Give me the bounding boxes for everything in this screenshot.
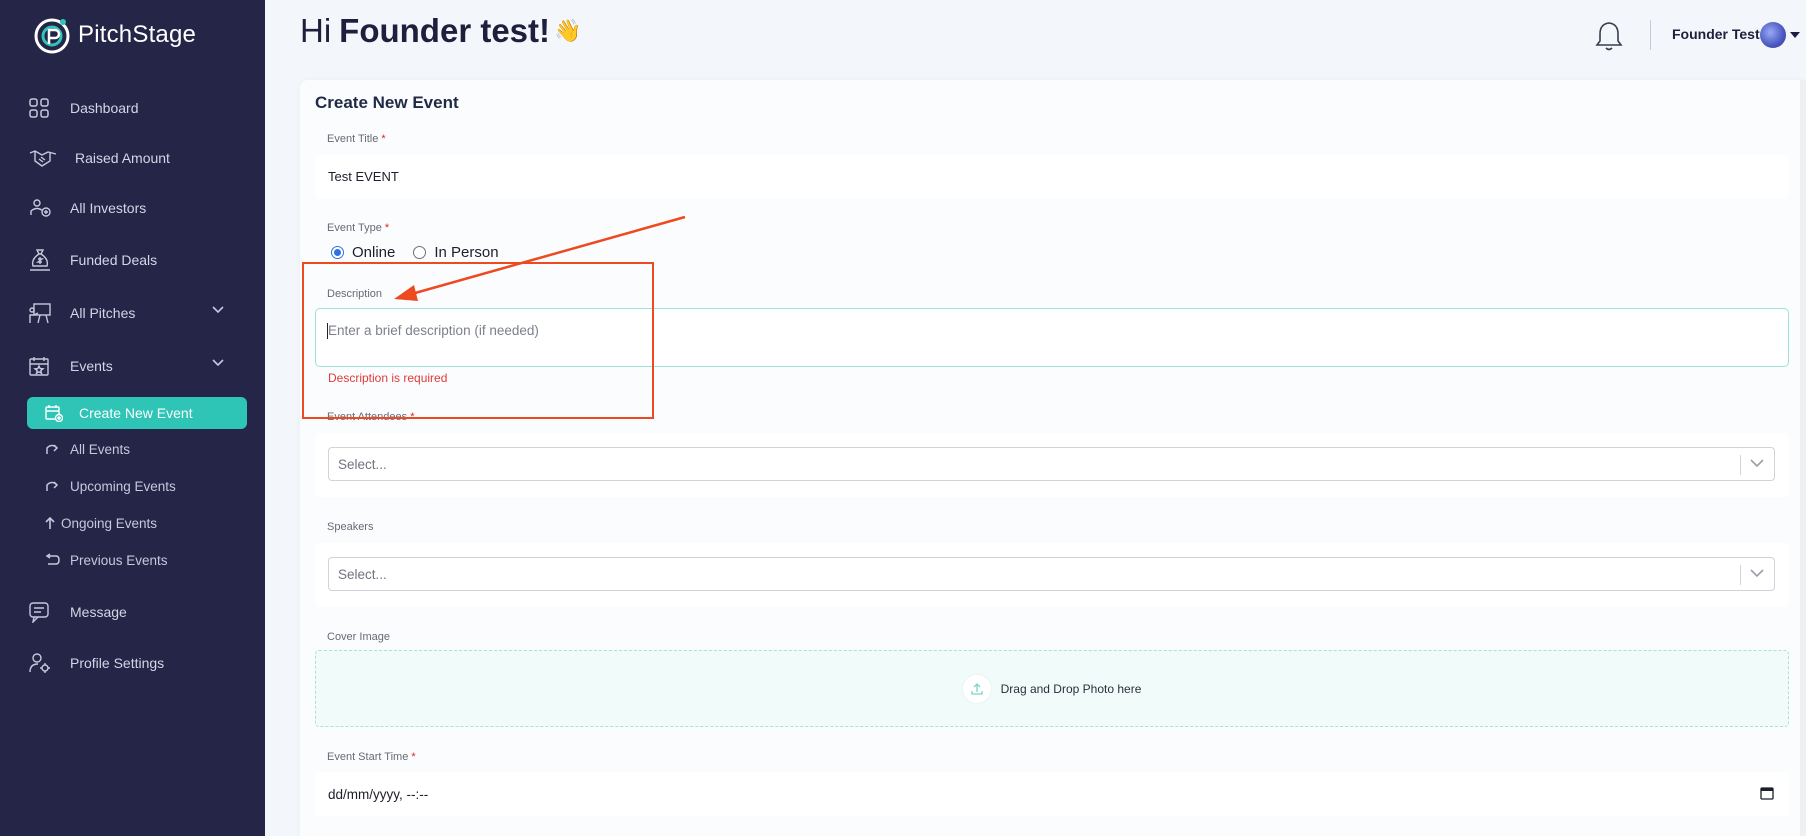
event-type-radio-group: Online In Person bbox=[331, 244, 499, 261]
sidebar-item-label: Funded Deals bbox=[70, 252, 158, 268]
chevron-down-icon[interactable] bbox=[212, 359, 224, 367]
chevron-down-icon[interactable] bbox=[212, 306, 224, 314]
redo-arrow-icon bbox=[44, 442, 70, 456]
sidebar-item-label: Events bbox=[70, 358, 113, 374]
label-text: Event Start Time bbox=[327, 751, 409, 763]
radio-in-person[interactable] bbox=[413, 246, 427, 259]
notification-bell-icon[interactable] bbox=[1594, 20, 1624, 52]
sidebar-item-raised-amount[interactable]: Raised Amount bbox=[28, 140, 242, 176]
pitchstage-logo-icon bbox=[34, 18, 70, 54]
radio-online[interactable] bbox=[331, 246, 344, 259]
message-icon bbox=[28, 599, 60, 625]
sidebar-subitem-label: Upcoming Events bbox=[70, 478, 176, 494]
sidebar-subitem-all-events[interactable]: All Events bbox=[44, 436, 130, 462]
money-bag-icon bbox=[28, 247, 60, 273]
cover-image-dropzone[interactable]: Drag and Drop Photo here bbox=[315, 650, 1789, 727]
sidebar-item-label: Dashboard bbox=[70, 100, 139, 116]
page-greeting: Hi Founder test! 👋 bbox=[300, 12, 581, 50]
start-time-field[interactable] bbox=[315, 772, 1789, 816]
header-divider bbox=[1650, 20, 1651, 50]
dashboard-icon bbox=[28, 95, 60, 121]
sidebar-subitem-create-new-event[interactable]: Create New Event bbox=[27, 397, 247, 429]
avatar[interactable] bbox=[1760, 22, 1786, 48]
brand-name: PitchStage bbox=[78, 21, 197, 48]
presentation-icon bbox=[28, 300, 60, 326]
calendar-picker-icon[interactable] bbox=[1760, 786, 1774, 800]
chevron-down-icon[interactable] bbox=[1750, 569, 1764, 578]
event-title-field[interactable] bbox=[315, 155, 1789, 199]
sidebar-item-label: All Pitches bbox=[70, 305, 136, 321]
sidebar-subitem-label: Create New Event bbox=[79, 405, 193, 421]
event-title-label: Event Title * bbox=[327, 133, 386, 145]
sidebar-subitem-label: All Events bbox=[70, 441, 131, 457]
required-mark: * bbox=[381, 133, 386, 145]
speakers-label: Speakers bbox=[327, 521, 374, 533]
redo-arrow-icon bbox=[44, 479, 70, 493]
radio-online-label[interactable]: Online bbox=[352, 244, 395, 261]
label-text: Event Attendees bbox=[327, 411, 408, 423]
page-title: Create New Event bbox=[315, 93, 459, 112]
calendar-icon bbox=[28, 353, 60, 379]
greeting-prefix: Hi bbox=[300, 12, 332, 49]
select-placeholder: Select... bbox=[338, 456, 387, 472]
sidebar: PitchStage Dashboard Raised Amount All I… bbox=[0, 0, 265, 836]
event-type-label: Event Type * bbox=[327, 222, 389, 234]
select-separator bbox=[1740, 455, 1741, 475]
sidebar-item-all-pitches[interactable]: All Pitches bbox=[28, 295, 242, 331]
sidebar-item-dashboard[interactable]: Dashboard bbox=[28, 90, 242, 126]
cover-image-label: Cover Image bbox=[327, 631, 390, 643]
chevron-down-icon[interactable] bbox=[1750, 459, 1764, 468]
speakers-select[interactable]: Select... bbox=[328, 557, 1775, 591]
sidebar-subitem-label: Ongoing Events bbox=[61, 515, 158, 531]
description-label: Description bbox=[327, 288, 383, 300]
undo-arrow-icon bbox=[44, 553, 70, 567]
sidebar-item-label: All Investors bbox=[70, 200, 147, 216]
event-title-value[interactable]: Test EVENT bbox=[328, 169, 399, 184]
sidebar-item-label: Profile Settings bbox=[70, 655, 165, 671]
attendees-select[interactable]: Select... bbox=[328, 447, 1775, 481]
calendar-add-icon bbox=[45, 404, 79, 422]
label-text: Event Title bbox=[327, 133, 379, 145]
caret-down-icon[interactable] bbox=[1790, 32, 1800, 38]
sidebar-item-funded-deals[interactable]: Funded Deals bbox=[28, 242, 242, 278]
dropzone-text: Drag and Drop Photo here bbox=[1000, 681, 1142, 696]
scrollbar[interactable] bbox=[1800, 80, 1806, 836]
sidebar-subitem-ongoing-events[interactable]: Ongoing Events bbox=[44, 510, 157, 536]
description-input[interactable] bbox=[315, 308, 1789, 367]
label-text: Event Type bbox=[327, 222, 382, 234]
user-name[interactable]: Founder Test bbox=[1672, 26, 1760, 42]
required-mark: * bbox=[384, 222, 390, 234]
sidebar-subitem-upcoming-events[interactable]: Upcoming Events bbox=[44, 473, 176, 499]
required-mark: * bbox=[410, 411, 415, 423]
wave-emoji: 👋 bbox=[554, 18, 582, 43]
upload-icon bbox=[962, 674, 991, 703]
sidebar-item-message[interactable]: Message bbox=[28, 594, 242, 630]
brand-logo[interactable]: PitchStage bbox=[32, 14, 196, 56]
start-time-label: Event Start Time * bbox=[327, 751, 416, 763]
select-placeholder: Select... bbox=[338, 566, 387, 582]
select-separator bbox=[1740, 565, 1741, 585]
profile-settings-icon bbox=[28, 650, 60, 676]
greeting-name: Founder test! bbox=[339, 12, 550, 49]
sidebar-item-all-investors[interactable]: All Investors bbox=[28, 190, 242, 226]
radio-in-person-label[interactable]: In Person bbox=[434, 244, 498, 261]
sidebar-item-events[interactable]: Events bbox=[28, 348, 242, 384]
sidebar-item-label: Message bbox=[70, 604, 127, 620]
handshake-icon bbox=[28, 145, 60, 171]
attendees-label: Event Attendees * bbox=[327, 411, 414, 423]
description-error: Description is required bbox=[328, 371, 448, 385]
text-cursor bbox=[327, 323, 328, 339]
required-mark: * bbox=[411, 751, 416, 763]
investors-icon bbox=[28, 195, 60, 221]
sidebar-item-label: Raised Amount bbox=[75, 150, 170, 166]
start-time-value[interactable]: dd/mm/yyyy, --:-- bbox=[328, 787, 428, 802]
sidebar-subitem-previous-events[interactable]: Previous Events bbox=[44, 547, 168, 573]
sidebar-item-profile-settings[interactable]: Profile Settings bbox=[28, 645, 242, 681]
sidebar-subitem-label: Previous Events bbox=[70, 552, 168, 568]
